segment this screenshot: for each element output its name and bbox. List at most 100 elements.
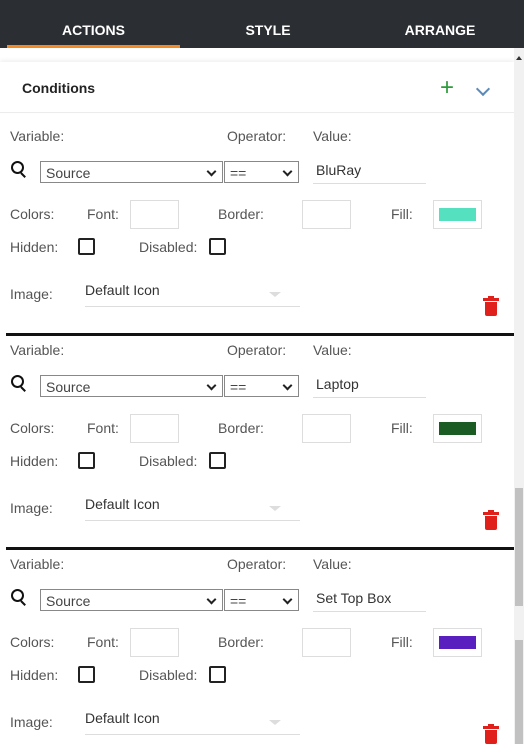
variable-select[interactable]: Source [40, 375, 223, 397]
condition-divider [6, 547, 514, 550]
value-label: Value: [313, 342, 352, 358]
scroll-up-arrow[interactable] [516, 56, 522, 60]
chevron-down-icon [269, 292, 281, 297]
font-label: Font: [87, 420, 119, 436]
variable-select[interactable]: Source [40, 589, 223, 611]
operator-label: Operator: [227, 342, 287, 358]
colors-label: Colors: [10, 420, 55, 436]
operator-label: Operator: [227, 128, 287, 144]
hidden-label: Hidden: [10, 239, 59, 255]
value-input[interactable]: Set Top Box [313, 585, 426, 612]
image-value: Default Icon [85, 282, 160, 298]
fill-color-swatch [439, 422, 476, 435]
border-color-picker[interactable] [302, 628, 351, 657]
variable-value: Source [46, 379, 91, 395]
operator-select[interactable]: == [224, 375, 299, 397]
condition-divider [6, 333, 514, 336]
condition-row: Variable: Operator: Value: Source == Set… [0, 554, 514, 744]
colors-label: Colors: [10, 634, 55, 650]
conditions-panel: Conditions + Variable: Operator: Value: … [0, 48, 514, 744]
scroll-thumb[interactable] [515, 488, 523, 606]
fill-label: Fill: [391, 206, 413, 222]
fill-color-picker[interactable] [433, 628, 482, 657]
variable-label: Variable: [10, 342, 65, 358]
chevron-down-icon [206, 594, 217, 605]
trash-icon[interactable] [483, 296, 499, 316]
trash-icon[interactable] [483, 510, 499, 530]
add-condition-button[interactable]: + [440, 76, 454, 100]
variable-select[interactable]: Source [40, 161, 223, 183]
hidden-checkbox[interactable] [78, 238, 95, 255]
image-label: Image: [10, 286, 53, 302]
operator-select[interactable]: == [224, 161, 299, 183]
chevron-down-icon [206, 166, 217, 177]
operator-label: Operator: [227, 556, 287, 572]
tab-arrange[interactable]: ARRANGE [356, 0, 524, 48]
image-label: Image: [10, 500, 53, 516]
fill-color-swatch [439, 636, 476, 649]
font-color-picker[interactable] [130, 628, 179, 657]
hidden-checkbox[interactable] [78, 452, 95, 469]
value-label: Value: [313, 556, 352, 572]
value-input[interactable]: Laptop [313, 371, 426, 398]
disabled-label: Disabled: [139, 239, 198, 255]
fill-color-picker[interactable] [433, 200, 482, 229]
search-icon[interactable] [11, 161, 27, 177]
variable-value: Source [46, 165, 91, 181]
fill-label: Fill: [391, 420, 413, 436]
conditions-title: Conditions [22, 80, 96, 96]
variable-label: Variable: [10, 556, 65, 572]
border-color-picker[interactable] [302, 200, 351, 229]
tab-style[interactable]: STYLE [180, 0, 356, 48]
image-label: Image: [10, 714, 53, 730]
disabled-checkbox[interactable] [209, 666, 226, 683]
scrollbar[interactable] [514, 48, 524, 744]
search-icon[interactable] [11, 375, 27, 391]
image-select[interactable]: Default Icon [85, 492, 300, 521]
value-input[interactable]: BluRay [313, 157, 426, 184]
chevron-down-icon [282, 166, 293, 177]
chevron-down-icon [282, 380, 293, 391]
border-label: Border: [218, 634, 264, 650]
image-select[interactable]: Default Icon [85, 706, 300, 735]
hidden-label: Hidden: [10, 453, 59, 469]
colors-label: Colors: [10, 206, 55, 222]
condition-row: Variable: Operator: Value: Source == Lap… [0, 340, 514, 554]
chevron-down-icon [282, 594, 293, 605]
condition-row: Variable: Operator: Value: Source == Blu… [0, 126, 514, 340]
image-value: Default Icon [85, 710, 160, 726]
disabled-checkbox[interactable] [209, 238, 226, 255]
scroll-thumb-lower[interactable] [515, 640, 523, 744]
font-color-picker[interactable] [130, 200, 179, 229]
image-value: Default Icon [85, 496, 160, 512]
border-label: Border: [218, 420, 264, 436]
font-label: Font: [87, 634, 119, 650]
operator-select[interactable]: == [224, 589, 299, 611]
trash-icon[interactable] [483, 724, 499, 744]
font-color-picker[interactable] [130, 414, 179, 443]
chevron-down-icon [269, 506, 281, 511]
chevron-down-icon[interactable] [475, 81, 491, 97]
tab-bar: ACTIONS STYLE ARRANGE [0, 0, 524, 48]
search-icon[interactable] [11, 589, 27, 605]
operator-value: == [230, 165, 247, 181]
tab-actions[interactable]: ACTIONS [7, 0, 180, 48]
border-label: Border: [218, 206, 264, 222]
variable-label: Variable: [10, 128, 65, 144]
hidden-label: Hidden: [10, 667, 59, 683]
border-color-picker[interactable] [302, 414, 351, 443]
disabled-checkbox[interactable] [209, 452, 226, 469]
image-select[interactable]: Default Icon [85, 278, 300, 307]
fill-label: Fill: [391, 634, 413, 650]
fill-color-swatch [439, 208, 476, 221]
disabled-label: Disabled: [139, 453, 198, 469]
variable-value: Source [46, 593, 91, 609]
hidden-checkbox[interactable] [78, 666, 95, 683]
chevron-down-icon [206, 380, 217, 391]
conditions-header: Conditions + [0, 62, 514, 113]
operator-value: == [230, 379, 247, 395]
operator-value: == [230, 593, 247, 609]
fill-color-picker[interactable] [433, 414, 482, 443]
disabled-label: Disabled: [139, 667, 198, 683]
chevron-down-icon [269, 720, 281, 725]
